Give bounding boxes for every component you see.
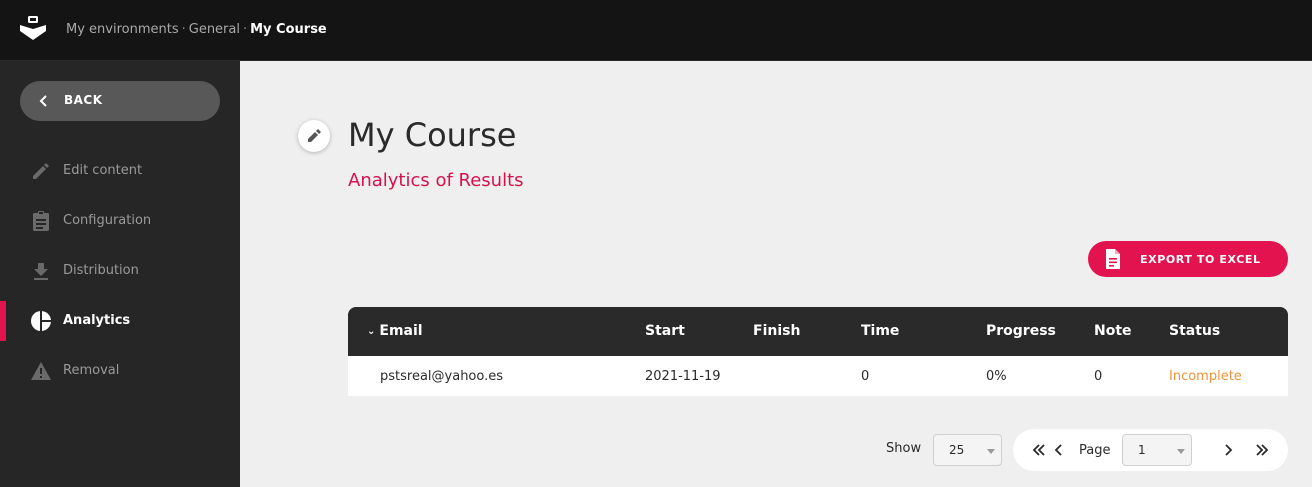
sidebar-item-distribution[interactable]: Distribution — [0, 251, 240, 291]
sidebar-item-label: Removal — [63, 363, 120, 378]
breadcrumb: My environments · General · My Course — [66, 22, 327, 37]
column-header-start[interactable]: Start — [645, 323, 685, 339]
top-bar: My environments · General · My Course — [0, 0, 1312, 61]
cell-status: Incomplete — [1169, 369, 1242, 384]
page-label: Page — [1079, 443, 1111, 458]
export-button-label: EXPORT TO EXCEL — [1140, 253, 1261, 266]
edit-title-button[interactable] — [298, 120, 330, 152]
breadcrumb-separator: · — [242, 22, 248, 37]
cell-progress: 0% — [986, 369, 1007, 384]
sidebar-item-analytics[interactable]: Analytics — [0, 301, 240, 341]
sidebar-item-label: Edit content — [63, 163, 143, 178]
column-header-progress[interactable]: Progress — [986, 323, 1056, 339]
sidebar-item-configuration[interactable]: Configuration — [0, 201, 240, 241]
cell-email: pstsreal@yahoo.es — [380, 369, 504, 384]
last-page-icon[interactable] — [1254, 442, 1270, 458]
pencil-icon — [308, 129, 321, 142]
pie-chart-icon — [31, 310, 52, 332]
show-label: Show — [886, 441, 922, 456]
back-button-label: BACK — [64, 93, 103, 107]
back-button[interactable]: BACK — [20, 81, 220, 121]
sidebar-item-edit-content[interactable]: Edit content — [0, 151, 240, 191]
per-page-select[interactable]: 25 — [933, 434, 1002, 466]
next-page-icon[interactable] — [1220, 442, 1236, 458]
sidebar-item-label: Distribution — [63, 263, 139, 278]
column-header-time[interactable]: Time — [861, 323, 899, 339]
per-page-value: 25 — [949, 443, 965, 457]
breadcrumb-general[interactable]: General — [189, 22, 240, 37]
column-header-status[interactable]: Status — [1169, 323, 1220, 339]
cell-time: 0 — [861, 369, 870, 384]
previous-page-icon[interactable] — [1051, 442, 1067, 458]
first-page-icon[interactable] — [1031, 442, 1047, 458]
page-select[interactable]: 1 — [1122, 434, 1192, 466]
page-subtitle: Analytics of Results — [348, 170, 524, 191]
chevron-left-icon — [39, 95, 47, 107]
clipboard-icon — [33, 211, 49, 231]
warning-icon — [31, 362, 51, 380]
cell-note: 0 — [1094, 369, 1103, 384]
sidebar-item-label: Analytics — [63, 313, 131, 328]
sidebar-item-label: Configuration — [63, 213, 152, 228]
page-title: My Course — [348, 116, 517, 154]
table-row[interactable]: pstsreal@yahoo.es 2021-11-19 0 0% 0 Inco… — [348, 356, 1288, 396]
sidebar: BACK Edit content Configuration Distribu… — [0, 61, 240, 487]
caret-down-icon — [1177, 449, 1185, 454]
sidebar-item-removal[interactable]: Removal — [0, 351, 240, 391]
sort-chevron-icon: ⌄ — [367, 326, 376, 337]
page-value: 1 — [1138, 443, 1146, 457]
column-header-note[interactable]: Note — [1094, 323, 1132, 339]
column-header-email[interactable]: ⌄ Email — [367, 323, 423, 339]
cell-start: 2021-11-19 — [645, 369, 721, 384]
table-header: ⌄ Email Start Finish Time Progress Note S… — [348, 307, 1288, 356]
active-indicator — [0, 301, 6, 341]
results-table: ⌄ Email Start Finish Time Progress Note S… — [348, 307, 1288, 396]
caret-down-icon — [987, 449, 995, 454]
export-to-excel-button[interactable]: EXPORT TO EXCEL — [1088, 241, 1288, 277]
breadcrumb-separator: · — [181, 22, 186, 37]
column-header-finish[interactable]: Finish — [753, 323, 800, 339]
breadcrumb-my-environments[interactable]: My environments — [66, 22, 179, 37]
download-icon — [34, 263, 48, 280]
app-logo-icon[interactable] — [19, 16, 47, 42]
breadcrumb-current: My Course — [250, 22, 327, 37]
pencil-icon — [33, 163, 49, 179]
document-icon — [1106, 249, 1120, 269]
pagination: Page 1 — [1013, 429, 1288, 471]
